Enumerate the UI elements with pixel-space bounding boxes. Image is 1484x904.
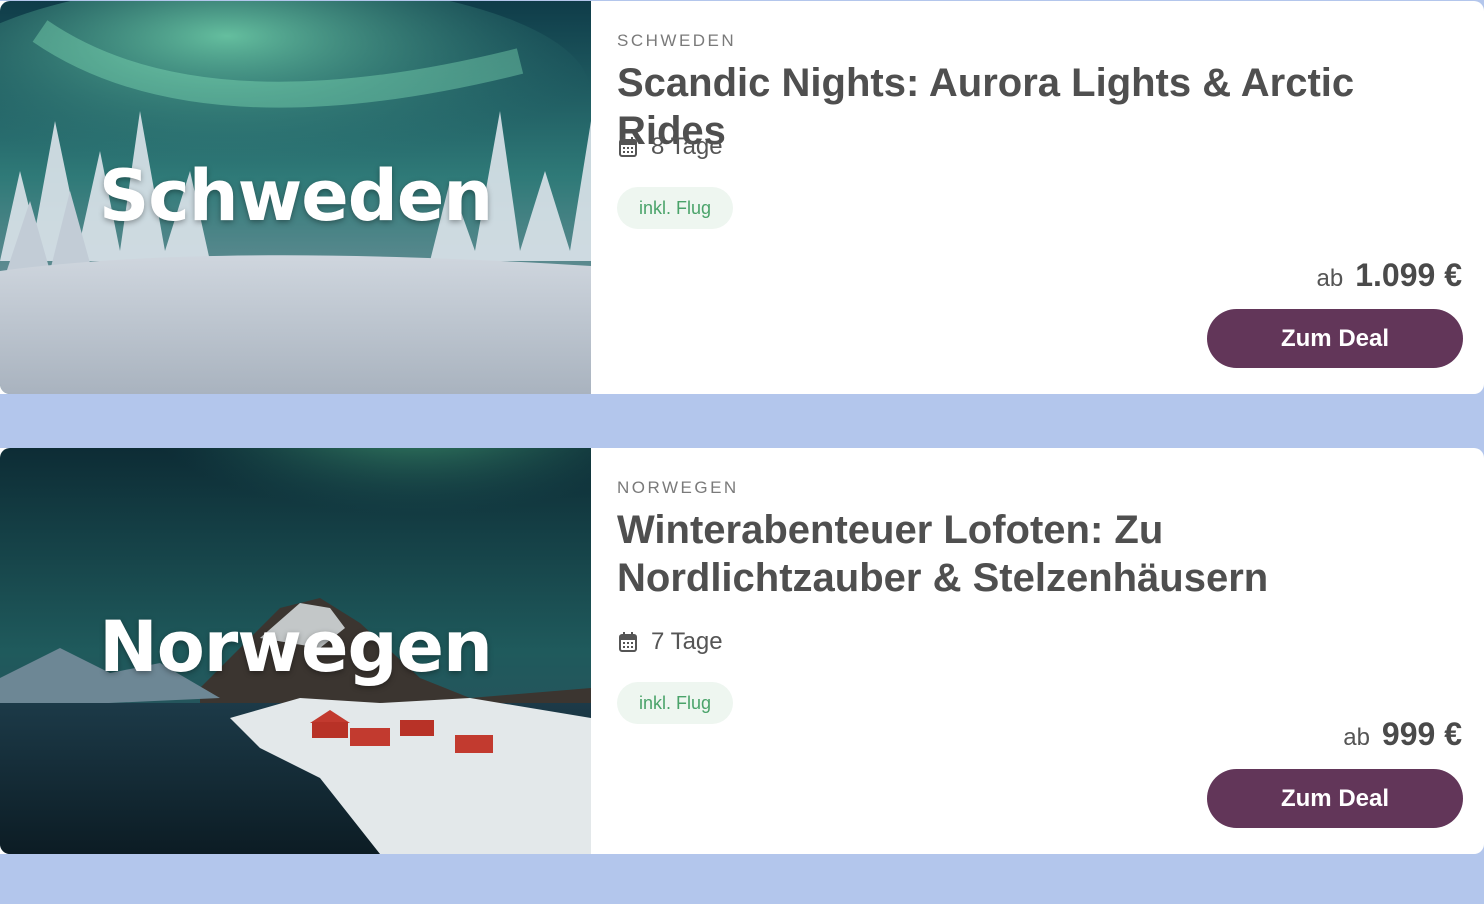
calendar-icon <box>619 137 637 157</box>
destination-image[interactable]: Norwegen <box>0 448 591 854</box>
calendar-icon <box>619 632 637 652</box>
country-label: SCHWEDEN <box>617 31 737 50</box>
country-label: NORWEGEN <box>617 478 739 497</box>
price-row: ab 999 € <box>1343 716 1462 753</box>
image-destination-title: Schweden <box>98 155 493 237</box>
image-destination-title: Norwegen <box>99 606 493 688</box>
price-amount: 1.099 € <box>1355 257 1462 293</box>
deal-details: SCHWEDEN Scandic Nights: Aurora Lights &… <box>591 1 1484 394</box>
price-row: ab 1.099 € <box>1317 257 1462 294</box>
destination-image[interactable]: Schweden <box>0 1 591 394</box>
trip-title[interactable]: Scandic Nights: Aurora Lights & Arctic R… <box>617 59 1457 155</box>
zum-deal-button[interactable]: Zum Deal <box>1207 309 1463 368</box>
price-prefix: ab <box>1343 724 1370 751</box>
duration-text: 7 Tage <box>651 628 723 655</box>
deal-card[interactable]: Schweden SCHWEDEN Scandic Nights: Aurora… <box>0 1 1484 394</box>
duration-text: 8 Tage <box>651 133 723 160</box>
trip-title[interactable]: Winterabenteuer Lofoten: Zu Nordlichtzau… <box>617 506 1457 602</box>
price-prefix: ab <box>1316 265 1344 292</box>
deal-card[interactable]: Norwegen NORWEGEN Winterabenteuer Lofote… <box>0 448 1484 854</box>
flight-included-badge: inkl. Flug <box>617 187 734 229</box>
duration-row: 8 Tage <box>619 133 723 161</box>
deal-details: NORWEGEN Winterabenteuer Lofoten: Zu Nor… <box>591 448 1484 854</box>
flight-included-badge: inkl. Flug <box>617 682 734 724</box>
price-amount: 999 € <box>1381 716 1462 752</box>
duration-row: 7 Tage <box>619 628 723 656</box>
zum-deal-button[interactable]: Zum Deal <box>1207 769 1463 828</box>
